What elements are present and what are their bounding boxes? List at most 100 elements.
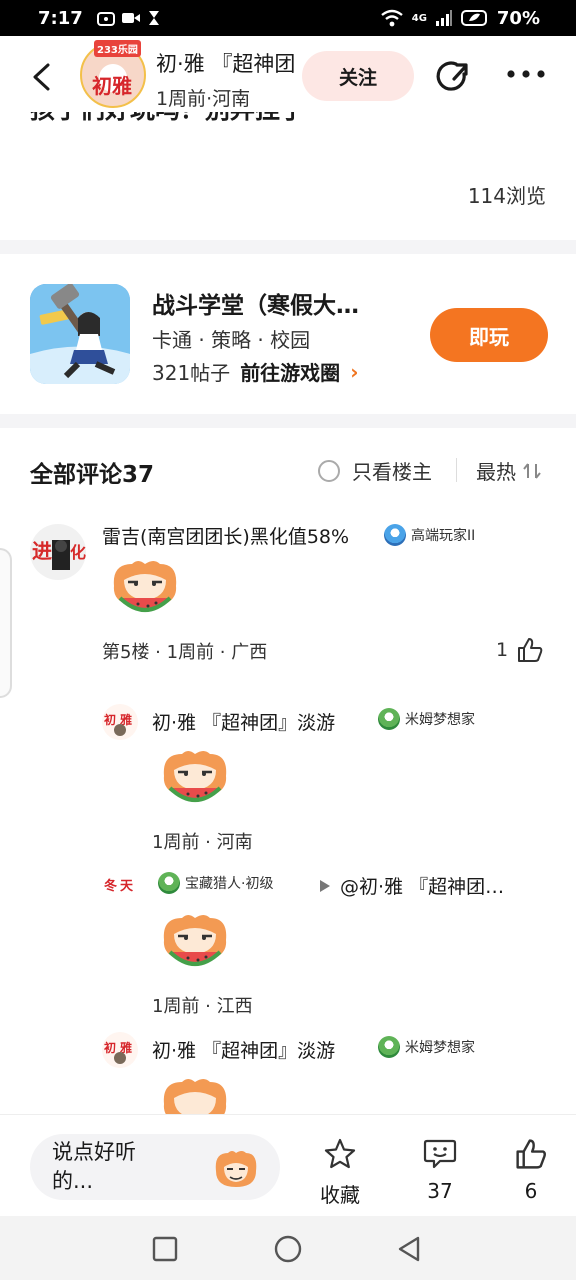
sort-icon [523, 462, 541, 479]
reply-meta: 1周前 · 河南 [152, 832, 253, 853]
home-icon[interactable] [274, 1235, 302, 1263]
favorite-button[interactable]: 收藏 [320, 1137, 360, 1208]
game-post-count: 321帖子 [152, 361, 231, 385]
author-meta: 1周前·河南 [156, 88, 251, 110]
share-icon[interactable] [434, 58, 472, 96]
like-post-button[interactable]: 6 [514, 1137, 548, 1203]
follow-button[interactable]: 关注 [302, 51, 414, 101]
divider [456, 458, 457, 482]
status-bar: 7:17 4G 70% [0, 0, 576, 36]
svg-text:进: 进 [32, 539, 52, 563]
back-arrow-icon[interactable] [28, 62, 56, 92]
user-badge: 米姆梦想家 [378, 708, 475, 730]
bottom-action-bar: 说点好听的... 收藏 37 6 [0, 1114, 576, 1216]
comment-count: 37 [427, 1179, 453, 1203]
star-icon[interactable] [323, 1137, 357, 1171]
watermelon-sticker-icon [113, 561, 177, 612]
back-triangle-icon[interactable] [396, 1235, 422, 1263]
avatar-image-icon: 初雅 [104, 1040, 132, 1064]
sort-dropdown[interactable]: 最热 [476, 456, 542, 485]
signal-icon [435, 10, 452, 26]
reply-target-name[interactable]: @初·雅 『超神团… [340, 872, 504, 899]
commenter-avatar[interactable]: 进化 [30, 524, 86, 580]
game-title[interactable]: 战斗学堂（寒假大… [152, 286, 359, 320]
commenter-name[interactable]: 雷吉(南宫团团长)黑化值58% [102, 522, 349, 549]
network-type: 4G [411, 12, 427, 24]
reply-arrow-icon [320, 879, 330, 892]
comment-bubble-icon[interactable] [422, 1137, 458, 1171]
status-time: 7:17 [38, 7, 83, 29]
system-navigation-bar [0, 1216, 576, 1280]
user-badge: 高端玩家II [384, 524, 475, 546]
badge-icon [158, 872, 180, 894]
game-artwork-icon [30, 284, 130, 384]
hourglass-icon [148, 11, 159, 25]
badge-label: 高端玩家II [411, 528, 476, 544]
avatar-image-icon: 冬天 [104, 878, 134, 894]
replier-name[interactable]: 初·雅 『超神团』淡游 [152, 1036, 335, 1063]
post-header: 233乐园 初雅 初·雅 『超神团』淡游 1周前·河南 关注 [0, 36, 576, 118]
user-badge: 米姆梦想家 [378, 1036, 475, 1058]
section-divider [0, 414, 576, 428]
reply-meta: 1周前 · 江西 [152, 996, 253, 1017]
avatar-image-icon: 进化 [32, 539, 86, 570]
replier-name[interactable]: 初·雅 『超神团』淡游 [152, 708, 335, 735]
chevron-right-icon[interactable]: › [350, 360, 358, 384]
only-op-label: 只看楼主 [352, 460, 432, 484]
comments-title: 全部评论37 [30, 462, 155, 488]
video-camera-icon [121, 13, 140, 23]
play-now-button[interactable]: 即玩 [430, 308, 548, 362]
like-count: 6 [524, 1179, 538, 1203]
section-divider [0, 240, 576, 254]
badge-icon [378, 708, 400, 730]
badge-label: 米姆梦想家 [405, 712, 475, 728]
goto-game-circle-link[interactable]: 前往游戏圈 [240, 357, 340, 386]
svg-text:化: 化 [70, 543, 86, 562]
battery-level: 70% [496, 7, 540, 29]
game-posts-row: 321帖子 前往游戏圈 › [152, 357, 358, 386]
author-name[interactable]: 初·雅 『超神团』淡游 [156, 48, 296, 78]
replier-avatar[interactable]: 初雅 [102, 704, 138, 740]
user-badge: 宝藏猎人·初级 [158, 872, 273, 894]
replier-avatar[interactable]: 冬天 [102, 868, 138, 904]
status-right: 4G 70% [380, 8, 540, 29]
avatar-text: 初雅 [92, 74, 132, 98]
svg-text:初: 初 [104, 712, 116, 727]
svg-text:天: 天 [120, 879, 134, 894]
badge-icon [384, 524, 406, 546]
avatar-image-icon: 初雅 [104, 712, 132, 736]
view-count: 114浏览 [467, 184, 546, 208]
badge-label: 宝藏猎人·初级 [185, 876, 274, 892]
more-options-icon[interactable] [506, 64, 546, 84]
comment-like-button[interactable]: 1 [496, 636, 544, 664]
app-notification-icon [96, 12, 115, 26]
radio-icon[interactable] [318, 459, 340, 482]
watermelon-sticker-icon [163, 915, 227, 966]
recent-apps-icon[interactable] [152, 1236, 178, 1262]
replier-avatar[interactable]: 初雅 [102, 1032, 138, 1068]
only-op-toggle[interactable]: 只看楼主 [318, 456, 432, 485]
wifi-icon [380, 9, 403, 27]
game-icon[interactable] [30, 284, 130, 384]
side-drawer-handle[interactable] [0, 548, 12, 698]
battery-icon [460, 10, 487, 26]
author-avatar[interactable]: 233乐园 初雅 [80, 40, 146, 108]
watermelon-sticker-icon [163, 751, 227, 802]
favorite-label: 收藏 [320, 1183, 360, 1207]
game-tags: 卡通 · 策略 · 校园 [152, 328, 311, 352]
thumbs-up-icon[interactable] [516, 636, 544, 664]
svg-text:冬: 冬 [104, 878, 117, 894]
sort-label: 最热 [476, 460, 516, 484]
emoji-sticker-icon[interactable] [212, 1149, 260, 1189]
thumbs-up-icon[interactable] [514, 1137, 548, 1171]
comment-input-placeholder: 说点好听的... [52, 1140, 136, 1193]
badge-icon [378, 1036, 400, 1058]
reply-target[interactable]: @初·雅 『超神团… [320, 872, 504, 899]
status-notification-icons [96, 10, 161, 26]
post-text-fragment: 孩子们好玩吗？别弃挂了 [30, 112, 430, 142]
comment-meta: 第5楼 · 1周前 · 广西 [102, 642, 268, 663]
svg-text:初: 初 [104, 1040, 116, 1055]
comment-count-button[interactable]: 37 [422, 1137, 458, 1203]
badge-label: 米姆梦想家 [405, 1040, 475, 1056]
avatar-tag: 233乐园 [94, 40, 141, 57]
